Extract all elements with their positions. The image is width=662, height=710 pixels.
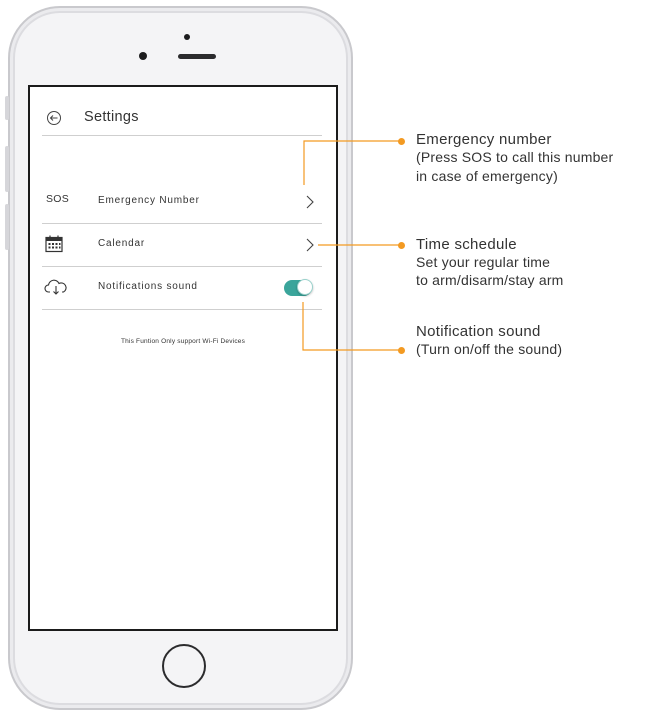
emergency-connector	[303, 140, 402, 185]
schedule-callout-title: Time schedule	[416, 236, 517, 253]
schedule-callout-line2: to arm/disarm/stay arm	[416, 272, 564, 288]
schedule-callout-dot	[398, 242, 405, 249]
notification-connector	[302, 302, 402, 351]
callout-connectors	[302, 140, 402, 351]
emergency-callout-line1: (Press SOS to call this number	[416, 149, 614, 165]
emergency-callout-title: Emergency number	[416, 131, 552, 148]
schedule-callout-line1: Set your regular time	[416, 254, 551, 270]
notification-callout-line1: (Turn on/off the sound)	[416, 341, 563, 357]
emergency-callout-line2: in case of emergency)	[416, 168, 558, 184]
notification-callout-title: Notification sound	[416, 323, 541, 340]
notification-callout: Notification sound (Turn on/off the soun…	[416, 323, 562, 359]
emergency-callout: Emergency number (Press SOS to call this…	[416, 131, 613, 186]
emergency-callout-dot	[398, 138, 405, 145]
schedule-callout: Time schedule Set your regular time to a…	[416, 236, 564, 289]
notification-callout-dot	[398, 347, 405, 354]
